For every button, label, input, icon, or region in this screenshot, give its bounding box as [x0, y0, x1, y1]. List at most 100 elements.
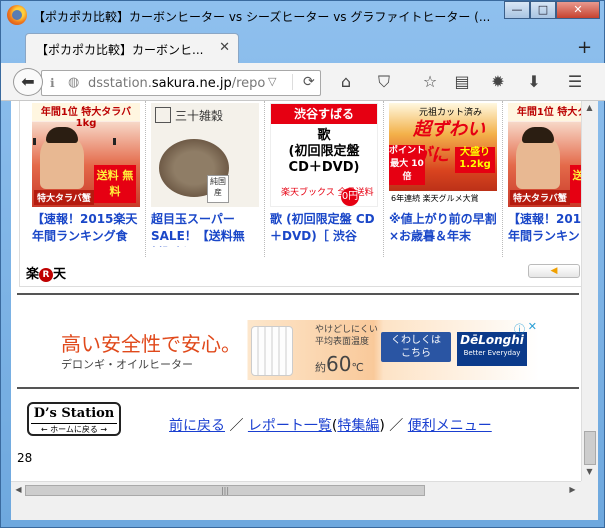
firefox-logo-icon — [7, 5, 27, 25]
product-link[interactable]: 超目玉スーパーSALE！【送料無料】新 — [151, 211, 261, 247]
ad-headline: 高い安全性で安心。 — [61, 332, 241, 356]
window-controls: — □ ✕ — [504, 1, 600, 19]
scroll-left-icon[interactable]: ◀ — [11, 485, 26, 494]
back-icon: ⬅ — [21, 72, 35, 91]
nav-separator: ／ — [229, 418, 244, 434]
image-header-text: 年間1位 特大タラバ — [508, 103, 581, 121]
nav-paren: ) — [379, 418, 385, 434]
oil-heater-image — [251, 326, 293, 376]
carousel-prev-button[interactable]: ◀ — [528, 264, 580, 278]
sign-leg — [113, 138, 116, 145]
maximize-button[interactable]: □ — [530, 1, 556, 19]
shipping-note: 楽天ブックス 全品送料 — [281, 188, 374, 198]
image-footer-text: 6年連続 楽天グルメ大賞 — [389, 191, 497, 207]
status-bar — [11, 498, 598, 520]
child-figure — [40, 127, 84, 189]
station-name: D’s Station — [33, 406, 115, 421]
ad-close-icon[interactable]: ✕ — [528, 320, 537, 333]
product-image[interactable]: 三十雑穀 純国産 — [151, 103, 259, 207]
rakuten-item[interactable]: 三十雑穀 純国産 超目玉スーパーSALE！【送料無料】新 — [145, 101, 263, 259]
product-image[interactable]: 元祖カット済み 超ずわいがに ポイント 最大 10倍 大盛り 1.2kg 6年連… — [389, 103, 497, 207]
tab-close-icon[interactable]: ✕ — [219, 40, 230, 55]
home-icon[interactable]: ⌂ — [335, 72, 357, 91]
rakuten-r-icon: R — [39, 268, 54, 282]
ad-details-button[interactable]: くわしくは こちら — [381, 332, 451, 362]
rakuten-item[interactable]: 年間1位 特大タラバ 1kg 送料 無料 特大タラバ蟹 【速報！2015楽天年間… — [26, 101, 144, 259]
back-button[interactable]: ⬅ — [13, 68, 43, 96]
zero-yen-badge: 0円 — [341, 188, 359, 206]
rakuten-logo[interactable]: 楽R天 — [26, 263, 66, 282]
home-link-text: ← ホームに戻る → — [31, 423, 117, 434]
vertical-scroll-thumb[interactable] — [584, 431, 596, 465]
vertical-scrollbar[interactable]: ▲ ▼ — [581, 101, 598, 481]
minimize-button[interactable]: — — [504, 1, 530, 19]
nav-special-link[interactable]: 特集編 — [337, 418, 379, 434]
close-window-button[interactable]: ✕ — [556, 1, 600, 19]
product-link[interactable]: ※値上がり前の早割×お歳暮＆年末 — [389, 211, 499, 247]
product-image[interactable]: 年間1位 特大タラバ 1kg 送料 無料 特大タラバ蟹 — [32, 103, 140, 207]
image-footer-text: 特大タラバ蟹 — [510, 190, 570, 205]
bookmark-star-icon[interactable]: ☆ — [419, 72, 441, 91]
tab-label: 【ポカポカ比較】カーボンヒ... — [36, 43, 204, 57]
product-link[interactable]: 【速報！2015楽天年間ランキング食 — [32, 211, 142, 247]
settings-icon[interactable]: ✹ — [487, 72, 509, 91]
points-badge: ポイント 最大 10倍 — [389, 145, 425, 185]
site-identity-icon[interactable]: ℹ — [50, 76, 55, 90]
rakuten-item[interactable]: 渋谷すばる 歌 (初回限定盤 CD＋DVD) 楽天ブックス 全品送料 0円 歌 … — [264, 101, 382, 259]
product-link[interactable]: 【速報！2015楽天年間ランキン — [508, 211, 581, 247]
download-icon[interactable]: ⬇ — [523, 72, 545, 91]
ad-temp-note: やけどしにくい 平均表面温度 — [315, 325, 378, 347]
scroll-down-icon[interactable]: ▼ — [582, 467, 597, 476]
nav-back-link[interactable]: 前に戻る — [169, 418, 225, 434]
image-header-text: 渋谷すばる — [271, 104, 377, 124]
rakuten-item[interactable]: 元祖カット済み 超ずわいがに ポイント 最大 10倍 大盛り 1.2kg 6年連… — [383, 101, 501, 259]
footer-nav: 前に戻る ／ レポート一覧(特集編) ／ 便利メニュー — [169, 415, 492, 435]
image-tag-text: 純国産 — [207, 175, 229, 203]
reading-list-icon[interactable]: ▤ — [451, 72, 473, 91]
tab-active[interactable]: 【ポカポカ比較】カーボンヒ... ✕ — [25, 33, 239, 63]
horizontal-scrollbar[interactable]: ◀ ||| ▶ — [11, 481, 581, 498]
url-bar[interactable]: ℹ ◍ dsstation.sakura.ne.jp/repor ▽ ⟳ — [41, 70, 321, 96]
image-footer-text: 特大タラバ蟹 — [34, 190, 94, 205]
free-shipping-badge: 送料 無料 — [570, 165, 581, 203]
product-image[interactable]: 年間1位 特大タラバ 送料 無料 特大タラバ蟹 — [508, 103, 581, 207]
url-dropdown-icon[interactable]: ▽ — [268, 75, 276, 88]
product-link[interactable]: 歌 (初回限定盤 CD＋DVD)［ 渋谷 — [270, 211, 380, 247]
url-text[interactable]: dsstation.sakura.ne.jp/repor — [88, 76, 266, 91]
scrollbar-corner — [581, 481, 598, 498]
home-station-sign[interactable]: D’s Station ← ホームに戻る → — [27, 402, 121, 436]
globe-icon: ◍ — [68, 75, 80, 90]
scroll-right-icon[interactable]: ▶ — [565, 485, 580, 494]
delonghi-logo: DēLonghi Better Everyday — [457, 332, 527, 366]
new-tab-button[interactable]: + — [577, 37, 592, 58]
title-bar[interactable]: 【ポカポカ比較】カーボンヒーター vs シーズヒーター vs グラファイトヒータ… — [1, 1, 605, 31]
ad-info-icon[interactable]: ⓘ — [514, 321, 525, 337]
child-figure — [516, 127, 560, 189]
ad-temp-value: 約60℃ — [315, 352, 364, 376]
brand-logo-icon — [155, 107, 171, 123]
window-title: 【ポカポカ比較】カーボンヒーター vs シーズヒーター vs グラファイトヒータ… — [33, 10, 491, 24]
page-number: 28 — [17, 451, 33, 465]
image-body-text: 歌 (初回限定盤 CD＋DVD) — [288, 128, 360, 175]
scroll-up-icon[interactable]: ▲ — [582, 103, 597, 112]
free-shipping-badge: 送料 無料 — [94, 165, 136, 203]
delonghi-ad-banner[interactable]: 高い安全性で安心。 デロンギ・オイルヒーター やけどしにくい 平均表面温度 約6… — [53, 320, 539, 380]
horizontal-scroll-thumb[interactable]: ||| — [25, 485, 425, 496]
sign-leg — [33, 138, 36, 145]
browser-window: 【ポカポカ比較】カーボンヒーター vs シーズヒーター vs グラファイトヒータ… — [0, 0, 605, 528]
image-header-text: 年間1位 特大タラバ 1kg — [32, 103, 140, 129]
reload-icon[interactable]: ⟳ — [292, 74, 315, 90]
product-image[interactable]: 渋谷すばる 歌 (初回限定盤 CD＋DVD) 楽天ブックス 全品送料 0円 — [270, 103, 378, 207]
nav-menu-link[interactable]: 便利メニュー — [408, 418, 492, 434]
nav-separator: ／ — [389, 418, 404, 434]
nav-report-list-link[interactable]: レポート一覧 — [248, 418, 332, 434]
ad-subtitle: デロンギ・オイルヒーター — [61, 358, 193, 371]
rakuten-item[interactable]: 年間1位 特大タラバ 送料 無料 特大タラバ蟹 【速報！2015楽天年間ランキン — [502, 101, 581, 259]
tab-strip: 【ポカポカ比較】カーボンヒ... ✕ — [1, 31, 605, 63]
navigation-toolbar: ℹ ◍ dsstation.sakura.ne.jp/repor ▽ ⟳ ⬅ ⌂… — [1, 63, 605, 101]
menu-icon[interactable]: ☰ — [564, 72, 586, 91]
rakuten-widget: 年間1位 特大タラバ 1kg 送料 無料 特大タラバ蟹 【速報！2015楽天年間… — [19, 101, 581, 287]
weight-badge: 大盛り 1.2kg — [455, 147, 495, 173]
divider-line — [17, 293, 579, 295]
pocket-icon[interactable]: ⛉ — [373, 72, 395, 92]
